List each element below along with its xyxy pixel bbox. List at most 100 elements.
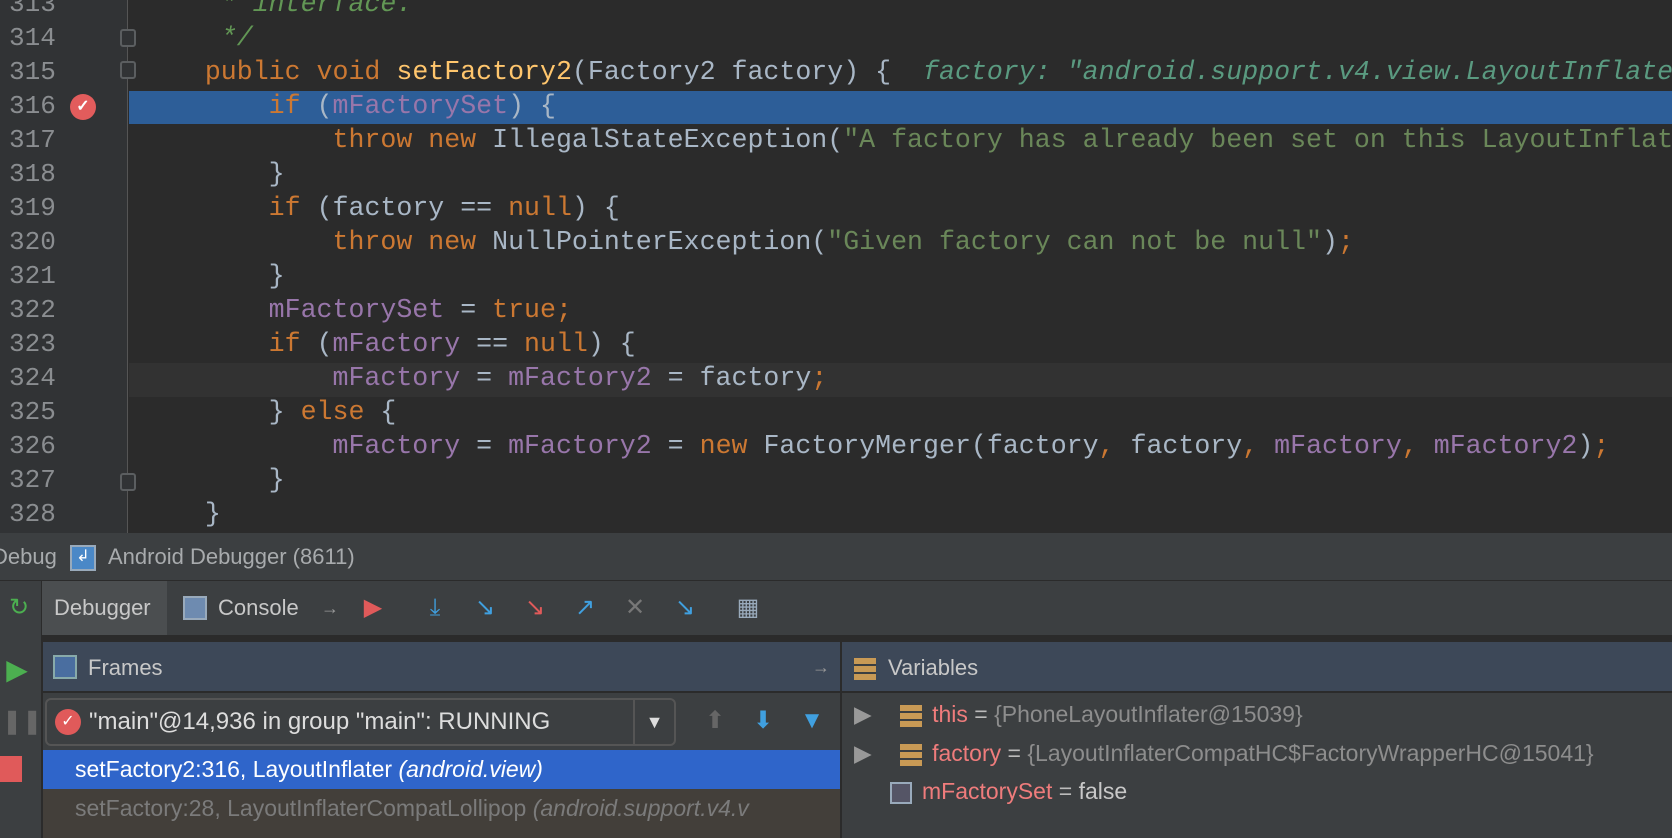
code-token: mFactory bbox=[332, 363, 461, 393]
code-token: ; bbox=[1337, 227, 1354, 257]
android-debugger-icon: ↲ bbox=[70, 545, 96, 571]
line-number[interactable]: 316 bbox=[9, 89, 69, 123]
code-line[interactable]: } bbox=[141, 259, 285, 293]
code-token: throw new bbox=[332, 125, 493, 155]
line-number[interactable]: 319 bbox=[9, 191, 69, 225]
debug-label[interactable]: Debug bbox=[0, 533, 57, 581]
code-token: = factory bbox=[651, 363, 812, 393]
variables-header: Variables bbox=[842, 642, 1672, 693]
code-token: } bbox=[141, 465, 285, 495]
code-line[interactable]: throw new NullPointerException("Given fa… bbox=[141, 225, 1354, 259]
code-line[interactable]: mFactorySet = true; bbox=[141, 293, 572, 327]
editor-gutter[interactable]: 313 314 315 316 317 318 319 320 321 322 323 324 325 3… bbox=[0, 0, 128, 533]
code-token: FactoryMerger(factory bbox=[763, 431, 1099, 461]
thread-selector[interactable]: ✓ "main"@14,936 in group "main": RUNNING… bbox=[45, 698, 676, 746]
code-token: = bbox=[444, 295, 493, 325]
line-number[interactable]: 324 bbox=[9, 361, 69, 395]
code-token: if bbox=[268, 193, 317, 223]
code-token: mFactorySet bbox=[332, 91, 509, 121]
line-number[interactable]: 314 bbox=[9, 21, 69, 55]
fold-end-icon[interactable] bbox=[120, 29, 136, 47]
arrow-up-icon[interactable]: ⬆ bbox=[700, 706, 730, 736]
frame-item-selected[interactable]: setFactory2:316, LayoutInflater (android… bbox=[43, 750, 840, 789]
pin-icon[interactable]: → bbox=[315, 593, 345, 623]
line-number[interactable]: 325 bbox=[9, 395, 69, 429]
variable-name: mFactorySet bbox=[922, 778, 1053, 804]
session-title[interactable]: Android Debugger (8611) bbox=[108, 533, 355, 581]
line-number[interactable]: 317 bbox=[9, 123, 69, 157]
run-to-cursor-icon[interactable]: ↘ bbox=[670, 593, 700, 623]
pause-icon[interactable]: ❚❚ bbox=[2, 707, 42, 737]
step-out-icon[interactable]: ↗ bbox=[570, 593, 600, 623]
arrow-down-icon[interactable]: ⬇ bbox=[748, 706, 778, 736]
rerun-icon[interactable]: ↻ bbox=[4, 593, 34, 623]
resume-icon[interactable]: ▶ bbox=[2, 655, 32, 685]
force-step-into-icon[interactable]: ↘ bbox=[520, 593, 550, 623]
line-number[interactable]: 326 bbox=[9, 429, 69, 463]
code-line[interactable]: mFactory = mFactory2 = new FactoryMerger… bbox=[141, 429, 1610, 463]
code-token: == bbox=[460, 329, 525, 359]
line-number[interactable]: 327 bbox=[9, 463, 69, 497]
expand-icon[interactable]: ▶ bbox=[854, 740, 872, 766]
expand-icon[interactable]: ▶ bbox=[854, 701, 872, 727]
console-icon bbox=[183, 596, 207, 620]
line-number[interactable]: 318 bbox=[9, 157, 69, 191]
code-line[interactable]: } else { bbox=[141, 395, 397, 429]
stop-icon[interactable] bbox=[0, 756, 22, 782]
code-line[interactable]: if (mFactory == null) { bbox=[141, 327, 636, 361]
code-line[interactable]: throw new IllegalStateException("A facto… bbox=[141, 123, 1672, 157]
code-token: } bbox=[141, 159, 285, 189]
variables-panel: ▶ this = {PhoneLayoutInflater@15039} ▶ f… bbox=[842, 693, 1672, 838]
code-line[interactable]: */ bbox=[141, 21, 253, 55]
code-line[interactable]: } bbox=[141, 463, 285, 497]
step-into-icon[interactable]: ↘ bbox=[470, 593, 500, 623]
frame-package: (android.support.v4.v bbox=[532, 795, 749, 821]
variable-value: {LayoutInflaterCompatHC$FactoryWrapperHC… bbox=[1027, 740, 1594, 766]
line-number[interactable]: 323 bbox=[9, 327, 69, 361]
code-line[interactable]: if (factory == null) { bbox=[141, 191, 620, 225]
frame-item[interactable]: setFactory:28, LayoutInflaterCompatLolli… bbox=[43, 789, 840, 838]
fold-end-icon[interactable] bbox=[120, 473, 136, 491]
chevron-down-icon[interactable]: ▼ bbox=[633, 700, 674, 744]
pin-icon[interactable]: → bbox=[812, 642, 830, 693]
variable-row[interactable]: mFactorySet = false bbox=[890, 773, 1127, 809]
code-token: null bbox=[508, 193, 572, 223]
line-number[interactable]: 321 bbox=[9, 259, 69, 293]
line-number[interactable]: 313 bbox=[9, 0, 69, 21]
code-token: mFactory bbox=[332, 431, 461, 461]
breakpoint-icon[interactable]: ✓ bbox=[70, 94, 96, 120]
code-token: ; bbox=[811, 363, 828, 393]
line-number[interactable]: 328 bbox=[9, 497, 69, 531]
tab-debugger[interactable]: Debugger bbox=[42, 581, 167, 635]
variable-value: false bbox=[1078, 778, 1128, 804]
line-number[interactable]: 322 bbox=[9, 293, 69, 327]
evaluate-expression-icon[interactable]: ▦ bbox=[733, 593, 763, 623]
line-number[interactable]: 315 bbox=[9, 55, 69, 89]
code-token: (Factory2 factory) { bbox=[571, 57, 924, 87]
variable-row[interactable]: ▶ factory = {LayoutInflaterCompatHC$Fact… bbox=[854, 735, 1594, 771]
code-token: ( bbox=[316, 329, 333, 359]
show-execution-point-icon[interactable]: ▶ bbox=[358, 593, 388, 623]
code-line[interactable]: public void setFactory2(Factory2 factory… bbox=[141, 55, 1672, 89]
code-token: (factory == bbox=[316, 193, 509, 223]
fold-start-icon[interactable] bbox=[120, 61, 136, 79]
tab-console[interactable]: Console bbox=[218, 581, 299, 635]
drop-frame-icon[interactable]: ✕ bbox=[620, 593, 650, 623]
step-over-icon[interactable]: ⤓ bbox=[420, 593, 450, 623]
code-line[interactable]: } bbox=[141, 497, 221, 531]
code-token: "Given factory can not be null" bbox=[827, 227, 1322, 257]
code-line[interactable]: * interface. bbox=[141, 0, 413, 21]
code-token: mFactory bbox=[1274, 431, 1402, 461]
line-number[interactable]: 320 bbox=[9, 225, 69, 259]
code-line[interactable]: mFactory = mFactory2 = factory; bbox=[141, 361, 828, 395]
code-editor[interactable]: 313 314 315 316 317 318 319 320 321 322 323 324 325 3… bbox=[0, 0, 1672, 533]
filter-icon[interactable]: ▼ bbox=[797, 706, 827, 736]
code-line[interactable]: if (mFactorySet) { bbox=[141, 89, 556, 123]
variable-row[interactable]: ▶ this = {PhoneLayoutInflater@15039} bbox=[854, 696, 1303, 732]
code-line[interactable]: } bbox=[141, 157, 285, 191]
